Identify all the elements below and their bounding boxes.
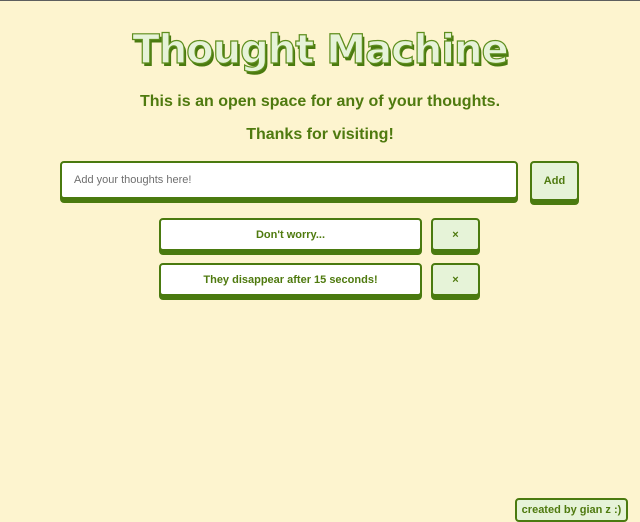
thought-item: They disappear after 15 seconds! bbox=[159, 263, 422, 296]
thought-item: Don't worry... bbox=[159, 218, 422, 251]
thought-input[interactable] bbox=[62, 163, 516, 197]
thanks-message: Thanks for visiting! bbox=[246, 126, 394, 143]
remove-thought-button[interactable]: × bbox=[431, 218, 480, 251]
credit-badge[interactable]: created by gian z :) bbox=[515, 498, 628, 522]
remove-thought-button[interactable]: × bbox=[431, 263, 480, 296]
page-subtitle: This is an open space for any of your th… bbox=[139, 93, 501, 110]
add-button[interactable]: Add bbox=[530, 161, 579, 201]
thought-input-container[interactable] bbox=[60, 161, 518, 199]
page-title: Thought Machine bbox=[132, 26, 509, 73]
